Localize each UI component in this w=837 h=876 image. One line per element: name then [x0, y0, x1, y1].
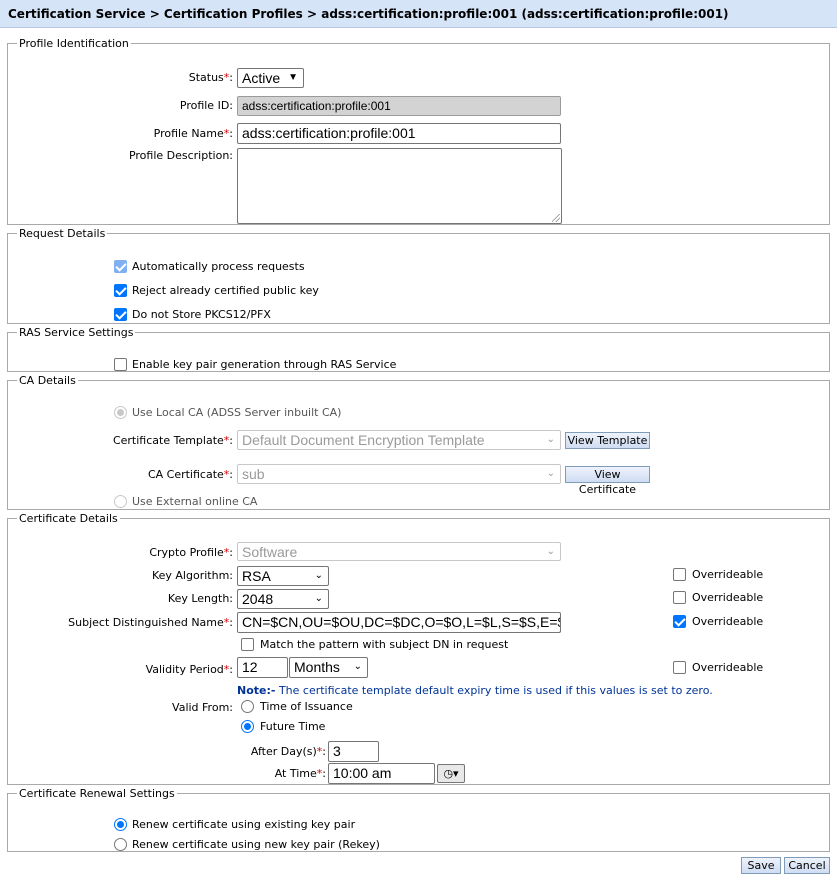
note-prefix: Note:-: [237, 684, 276, 697]
reject-certified-checkbox[interactable]: [114, 284, 127, 297]
validity-period-label: Validity Period*:: [145, 663, 233, 676]
after-days-label: After Day(s)*:: [250, 745, 326, 758]
subject-dn-label: Subject Distinguished Name*:: [68, 616, 233, 629]
after-days-field[interactable]: 3: [328, 741, 379, 762]
crypto-profile-label: Crypto Profile*:: [149, 546, 233, 559]
future-time-label: Future Time: [260, 720, 326, 733]
ca-certificate-value: sub: [242, 466, 265, 482]
match-pattern-label: Match the pattern with subject DN in req…: [260, 638, 509, 651]
profile-id-label: Profile ID:: [179, 99, 233, 112]
use-local-ca-radio[interactable]: [114, 406, 127, 419]
ca-certificate-label: CA Certificate*:: [147, 468, 233, 481]
renew-new-key-label: Renew certificate using new key pair (Re…: [132, 838, 380, 851]
crypto-profile-value: Software: [242, 544, 298, 560]
note-text: The certificate template default expiry …: [275, 684, 713, 697]
chevron-down-icon: ⌄: [353, 661, 362, 672]
subject-dn-field[interactable]: CN=$CN,OU=$OU,DC=$DC,O=$O,L=$L,S=$S,E=$E: [237, 612, 561, 633]
auto-process-checkbox[interactable]: [114, 260, 127, 273]
status-label: Status*:: [188, 71, 233, 84]
no-store-pkcs12-label: Do not Store PKCS12/PFX: [132, 308, 271, 321]
renewal-settings-section: Certificate Renewal Settings Renew certi…: [7, 787, 830, 852]
section-legend: RAS Service Settings: [19, 326, 134, 339]
no-store-pkcs12-checkbox[interactable]: [114, 308, 127, 321]
reject-certified-label: Reject already certified public key: [132, 284, 319, 297]
enable-ras-label: Enable key pair generation through RAS S…: [132, 358, 397, 371]
cert-template-select[interactable]: Default Document Encryption Template ⌄: [237, 430, 561, 450]
cancel-button[interactable]: Cancel: [784, 857, 830, 874]
save-button[interactable]: Save: [741, 857, 781, 874]
crypto-profile-select[interactable]: Software ⌄: [237, 542, 561, 561]
section-legend: CA Details: [19, 374, 76, 387]
match-pattern-checkbox[interactable]: [241, 638, 254, 651]
renew-existing-key-label: Renew certificate using existing key pai…: [132, 818, 356, 831]
certificate-details-section: Certificate Details Crypto Profile*: Sof…: [7, 512, 830, 785]
chevron-down-icon: ⌄: [314, 570, 323, 581]
overrideable-label: Overrideable: [692, 568, 764, 581]
use-local-ca-label: Use Local CA (ADSS Server inbuilt CA): [132, 406, 342, 419]
validity-unit-select[interactable]: Months ⌄: [289, 657, 368, 678]
clock-icon: ◷▾: [443, 767, 459, 780]
status-select[interactable]: Active ▼: [237, 68, 304, 88]
key-algorithm-value: RSA: [242, 568, 271, 584]
profile-identification-section: Profile Identification Status*: Active ▼…: [7, 37, 830, 225]
at-time-field[interactable]: 10:00 am: [328, 763, 435, 784]
key-length-select[interactable]: 2048 ⌄: [237, 589, 329, 609]
cert-template-label: Certificate Template*:: [112, 434, 233, 447]
chevron-down-icon: ⌄: [546, 546, 555, 557]
view-certificate-button[interactable]: View Certificate: [565, 466, 650, 496]
ras-settings-section: RAS Service Settings Enable key pair gen…: [7, 326, 830, 372]
section-legend: Request Details: [19, 227, 106, 240]
cert-template-value: Default Document Encryption Template: [242, 432, 485, 448]
key-length-value: 2048: [242, 591, 274, 607]
validity-overrideable-checkbox[interactable]: [673, 661, 686, 674]
chevron-down-icon: ⌄: [546, 434, 555, 445]
request-details-section: Request Details Automatically process re…: [7, 227, 830, 324]
key-algorithm-label: Key Algorithm:: [151, 569, 233, 582]
validity-unit-value: Months: [294, 659, 340, 675]
key-length-overrideable-checkbox[interactable]: [673, 591, 686, 604]
ca-certificate-select[interactable]: sub ⌄: [237, 464, 561, 484]
view-template-button[interactable]: View Template: [565, 432, 650, 449]
key-length-label: Key Length:: [167, 592, 233, 605]
chevron-down-icon: ⌄: [314, 593, 323, 604]
validity-period-field[interactable]: 12: [237, 657, 288, 678]
use-external-ca-label: Use External online CA: [132, 495, 258, 508]
profile-description-field[interactable]: [237, 148, 562, 224]
key-algorithm-select[interactable]: RSA ⌄: [237, 566, 329, 586]
enable-ras-checkbox[interactable]: [114, 358, 127, 371]
chevron-down-icon: ▼: [288, 72, 298, 83]
section-legend: Profile Identification: [19, 37, 129, 50]
valid-from-label: Valid From:: [172, 701, 233, 714]
profile-name-label: Profile Name*:: [153, 127, 233, 140]
profile-name-field[interactable]: adss:certification:profile:001: [237, 123, 561, 144]
at-time-label: At Time*:: [274, 767, 326, 780]
breadcrumb: Certification Service > Certification Pr…: [0, 0, 837, 28]
auto-process-label: Automatically process requests: [132, 260, 305, 273]
subject-dn-overrideable-checkbox[interactable]: [673, 615, 686, 628]
time-of-issuance-label: Time of Issuance: [260, 700, 353, 713]
chevron-down-icon: ⌄: [546, 468, 555, 479]
use-external-ca-radio[interactable]: [114, 495, 127, 508]
resize-grip-icon[interactable]: [552, 214, 560, 222]
key-algorithm-overrideable-checkbox[interactable]: [673, 568, 686, 581]
overrideable-label: Overrideable: [692, 615, 764, 628]
profile-description-label: Profile Description:: [128, 149, 233, 162]
profile-id-field: adss:certification:profile:001: [237, 96, 561, 116]
section-legend: Certificate Details: [19, 512, 118, 525]
ca-details-section: CA Details Use Local CA (ADSS Server inb…: [7, 374, 830, 510]
overrideable-label: Overrideable: [692, 661, 764, 674]
renew-new-key-radio[interactable]: [114, 838, 127, 851]
overrideable-label: Overrideable: [692, 591, 764, 604]
time-picker-button[interactable]: ◷▾: [437, 764, 465, 783]
status-value: Active: [242, 70, 281, 86]
future-time-radio[interactable]: [241, 720, 254, 733]
validity-note: Note:- The certificate template default …: [237, 684, 713, 697]
time-of-issuance-radio[interactable]: [241, 700, 254, 713]
renew-existing-key-radio[interactable]: [114, 818, 127, 831]
section-legend: Certificate Renewal Settings: [19, 787, 175, 800]
